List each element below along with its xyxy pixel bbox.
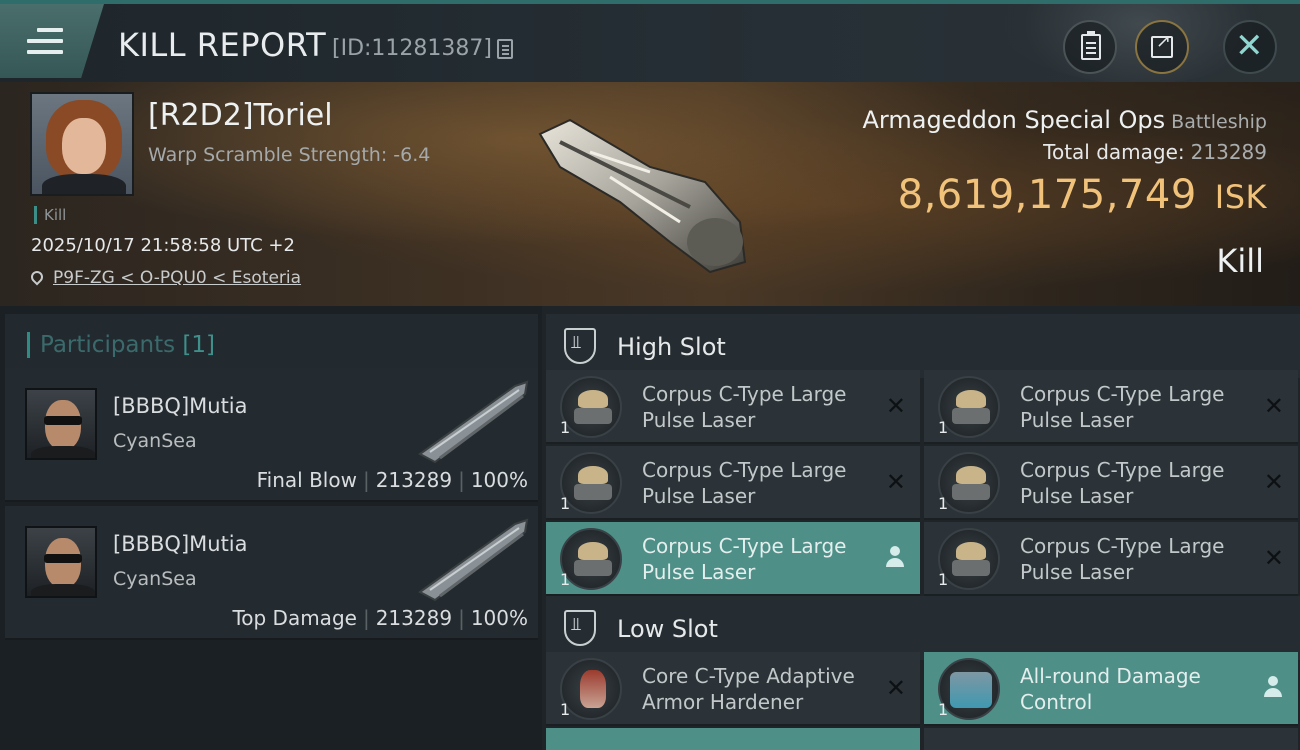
participants-count: [1] [182,332,216,358]
destroyed-icon: ✕ [1263,544,1284,572]
participant-damage: 213289 [375,606,453,630]
module-quantity: 1 [938,570,949,589]
result-label: Kill [1216,242,1264,280]
module-quantity: 1 [938,418,949,437]
victim-name[interactable]: [R2D2]Toriel [148,98,333,133]
module-quantity: 1 [560,418,571,437]
total-damage: Total damage: 213289 [1043,140,1267,164]
participant-stats: Final Blow | 213289 | 100% [256,468,528,492]
module-item-partial[interactable] [546,728,920,750]
participant-name[interactable]: [BBBQ]Mutia [113,532,248,556]
participant-avatar[interactable] [25,526,97,598]
module-item[interactable]: 1 Corpus C-Type Large Pulse Laser ✕ [924,446,1298,520]
participants-label: Participants [1] [27,332,215,358]
share-button[interactable] [1135,20,1189,74]
high-slot-icon [564,328,596,364]
copy-icon[interactable] [497,39,513,59]
module-item-partial[interactable] [924,728,1298,750]
participant-damage: 213289 [375,468,453,492]
victim-portrait[interactable] [30,92,134,196]
victim-banner: [R2D2]Toriel Warp Scramble Strength: -6.… [0,82,1300,306]
module-item[interactable]: 1 Corpus C-Type Large Pulse Laser [546,522,920,596]
module-name: Corpus C-Type Large Pulse Laser [1020,382,1225,432]
destroyed-icon: ✕ [1263,392,1284,420]
participant-role: Final Blow [256,468,357,492]
module-item[interactable]: 1 Corpus C-Type Large Pulse Laser ✕ [546,446,920,520]
low-slot-header: Low Slot [546,596,1300,660]
kill-location-link[interactable]: P9F-ZG < O-PQU0 < Esoteria [28,268,302,288]
page-title: KILL REPORT [118,26,327,64]
ship-name[interactable]: Armageddon Special Ops Battleship [863,106,1268,134]
dropped-person-icon [1264,676,1282,698]
module-quantity: 1 [560,494,571,513]
hamburger-icon [27,28,63,61]
module-item[interactable]: 1 Corpus C-Type Large Pulse Laser ✕ [546,370,920,444]
low-slot-icon [564,610,596,646]
participant-row[interactable]: [BBBQ]Mutia CyanSea Top Damage | 213289 | 10… [5,506,538,640]
participant-stats: Top Damage | 213289 | 100% [232,606,528,630]
participant-row[interactable]: [BBBQ]Mutia CyanSea Final Blow | 213289 | 10… [5,368,538,502]
module-name: Corpus C-Type Large Pulse Laser [642,534,847,584]
isk-unit: ISK [1214,178,1267,216]
ship-render [538,118,747,274]
location-pin-icon [28,268,46,286]
warp-scramble-strength: Warp Scramble Strength: -6.4 [148,144,431,166]
module-quantity: 1 [560,700,571,719]
participant-name[interactable]: [BBBQ]Mutia [113,394,248,418]
kill-tag: Kill [34,206,66,224]
fitting-panel: High Slot 1 Corpus C-Type Large Pulse La… [542,306,1300,750]
location-text: P9F-ZG < O-PQU0 < Esoteria [53,268,302,288]
weapon-ship-icon [418,380,529,464]
weapon-ship-icon [418,518,529,602]
module-quantity: 1 [938,494,949,513]
clipboard-button[interactable] [1063,20,1117,74]
dropped-person-icon [886,546,904,568]
isk-value: 8,619,175,749 ISK [897,172,1267,218]
module-item[interactable]: 1 Corpus C-Type Large Pulse Laser ✕ [924,522,1298,596]
module-quantity: 1 [560,570,571,589]
participant-corp[interactable]: CyanSea [113,430,197,452]
report-id: [ID:11281387] [332,36,492,61]
module-name: Corpus C-Type Large Pulse Laser [1020,458,1225,508]
participants-header: Participants [1] [5,314,538,372]
high-slot-header: High Slot [546,314,1300,378]
destroyed-icon: ✕ [885,468,906,496]
ship-class: Battleship [1171,111,1267,133]
module-name: Corpus C-Type Large Pulse Laser [642,382,847,432]
high-slot-label: High Slot [617,333,726,361]
header-bar: KILL REPORT [ID:11281387] ✕ [0,0,1300,82]
menu-button[interactable] [0,4,104,78]
participant-percent: 100% [470,606,528,630]
module-quantity: 1 [938,700,949,719]
kill-datetime: 2025/10/17 21:58:58 UTC +2 [31,235,295,256]
module-name: Core C-Type Adaptive Armor Hardener [642,664,855,714]
close-button[interactable]: ✕ [1223,20,1277,74]
low-slot-label: Low Slot [617,615,718,643]
module-item[interactable]: 1 Core C-Type Adaptive Armor Hardener ✕ [546,652,920,726]
share-icon [1151,31,1173,58]
participant-percent: 100% [470,468,528,492]
participant-role: Top Damage [232,606,357,630]
participant-avatar[interactable] [25,388,97,460]
clipboard-icon [1081,31,1101,60]
module-item[interactable]: 1 Corpus C-Type Large Pulse Laser ✕ [924,370,1298,444]
module-name: Corpus C-Type Large Pulse Laser [642,458,847,508]
total-damage-value: 213289 [1190,140,1267,164]
participants-panel: Participants [1] [BBBQ]Mutia CyanSea Fin… [0,306,542,750]
destroyed-icon: ✕ [885,674,906,702]
participant-corp[interactable]: CyanSea [113,568,197,590]
destroyed-icon: ✕ [885,392,906,420]
module-name: All-round Damage Control [1020,664,1201,714]
module-item[interactable]: 1 All-round Damage Control [924,652,1298,726]
destroyed-icon: ✕ [1263,468,1284,496]
module-name: Corpus C-Type Large Pulse Laser [1020,534,1225,584]
close-icon: ✕ [1235,26,1264,66]
